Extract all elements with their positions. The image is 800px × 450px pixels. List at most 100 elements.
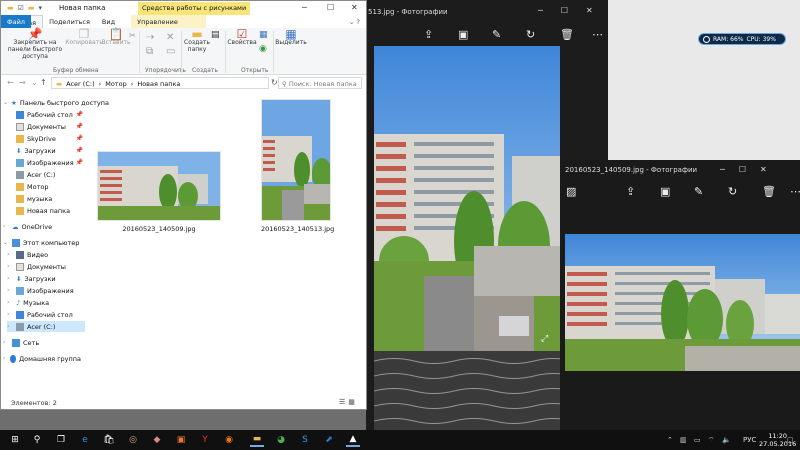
copy-to-icon[interactable]: ⧉ [146, 47, 153, 57]
notifications-icon[interactable]: ▢ [787, 436, 794, 444]
properties-button[interactable]: ☑ Свойства [227, 28, 257, 46]
breadcrumb[interactable]: ▬ Acer (C:) › Мотор › Новая папка [51, 77, 269, 89]
edge-icon[interactable]: e [78, 433, 92, 447]
slideshow-icon[interactable]: ▣ [660, 185, 670, 198]
nav-downloads[interactable]: ⬇ Загрузки 📌 [7, 145, 85, 156]
breadcrumb-item[interactable]: Новая папка [137, 80, 180, 88]
breadcrumb-item[interactable]: Мотор [105, 80, 126, 88]
more-icon[interactable]: ⋯ [592, 28, 603, 41]
minimize-icon[interactable]: ─ [720, 165, 725, 174]
properties-quick-icon[interactable]: ☑ [18, 4, 24, 12]
nav-documents[interactable]: Документы 📌 [7, 121, 85, 132]
file-explorer-taskbar-icon[interactable]: ▬ [250, 433, 264, 447]
skype-icon[interactable]: S [298, 433, 312, 447]
edit-icon[interactable]: ✎ [492, 28, 501, 41]
pin-quick-access-button[interactable]: 📌 Закрепить на панели быстрого доступа [5, 28, 65, 60]
nav-pc-images[interactable]: › Изображения [7, 285, 85, 296]
nav-this-pc[interactable]: ⌄ Этот компьютер [3, 237, 81, 248]
battery-icon[interactable]: ▭ [694, 436, 701, 444]
gallery-icon[interactable]: ▨ [566, 185, 576, 198]
select-button[interactable]: ▦ Выделить [275, 28, 307, 46]
nav-quick-access[interactable]: ⌄ ★ Панель быстрого доступа [3, 97, 109, 108]
share-icon[interactable]: ⇪ [626, 185, 635, 198]
new-item-icon[interactable]: ▤ [211, 31, 220, 40]
more-icon[interactable]: ⋯ [790, 185, 800, 198]
volume-icon[interactable]: 🔈 [722, 436, 731, 444]
nav-images[interactable]: Изображения 📌 [7, 157, 85, 168]
file-item[interactable]: 20160523_140513.jpg [261, 99, 334, 233]
close-icon[interactable]: ✕ [760, 165, 767, 174]
photo-editor-icon[interactable]: ▣ [174, 433, 188, 447]
new-folder-button[interactable]: ▬ Создать папку [183, 28, 211, 53]
photo-view[interactable] [565, 234, 800, 371]
share-icon[interactable]: ⇪ [424, 28, 433, 41]
nav-homegroup[interactable]: › Домашняя группа [3, 353, 81, 364]
delete-icon[interactable]: 🗑 [762, 185, 776, 198]
photos-taskbar-icon[interactable]: ▲ [346, 433, 360, 447]
edit-icon[interactable]: ✎ [694, 185, 703, 198]
forward-icon[interactable]: → [19, 78, 26, 87]
wifi-icon[interactable]: ⌔ [708, 436, 715, 445]
nav-pc-desktop[interactable]: › Рабочий стол [7, 309, 85, 320]
cut-icon[interactable]: ✂ [129, 32, 136, 40]
close-icon[interactable]: ✕ [586, 6, 593, 15]
rotate-icon[interactable]: ↻ [728, 185, 737, 198]
task-view-icon[interactable]: ❐ [54, 433, 68, 447]
back-icon[interactable]: ← [7, 78, 14, 87]
nav-music-folder[interactable]: музыка [7, 193, 85, 204]
nav-motor[interactable]: Мотор [7, 181, 85, 192]
maximize-icon[interactable]: ☐ [739, 165, 746, 174]
tab-file[interactable]: Файл [1, 15, 31, 29]
nav-network[interactable]: › Сеть [3, 337, 81, 348]
media-app-icon[interactable]: ◎ [126, 433, 140, 447]
nav-pc-downloads[interactable]: › ⬇ Загрузки [7, 273, 85, 284]
file-item[interactable]: 20160523_140509.jpg [97, 151, 221, 233]
nav-pc-music[interactable]: › ♪ Музыка [7, 297, 85, 308]
details-view-icon[interactable]: ☰ [339, 398, 345, 406]
nav-new-folder[interactable]: Новая папка [7, 205, 85, 216]
rotate-icon[interactable]: ↻ [526, 28, 535, 41]
nav-desktop[interactable]: Рабочий стол 📌 [7, 109, 85, 120]
chrome-icon[interactable]: ◕ [274, 433, 288, 447]
copy-button[interactable]: ❐ Копировать [65, 28, 103, 46]
customize-qat-icon[interactable]: ▾ [39, 4, 43, 12]
start-icon[interactable]: ⊞ [8, 433, 22, 447]
search-input[interactable]: ⚲ Поиск: Новая папка [278, 77, 362, 89]
search-icon[interactable]: ⚲ [30, 433, 44, 447]
breadcrumb-item[interactable]: Acer (C:) [66, 80, 94, 88]
delete-icon[interactable]: 🗑 [560, 28, 574, 41]
up-icon[interactable]: ↑ [40, 78, 47, 87]
photo-view[interactable] [374, 46, 560, 351]
new-folder-quick-icon[interactable]: ▬ [28, 4, 35, 12]
network-tray-icon[interactable]: ▥ [680, 436, 687, 444]
minimize-icon[interactable]: ─ [538, 6, 543, 15]
fullscreen-icon[interactable]: ⤢ [541, 334, 548, 344]
open-icon[interactable]: ▦ [259, 31, 268, 40]
yandex-browser-icon[interactable]: Y [198, 433, 212, 447]
nav-acer-quick[interactable]: Acer (C:) [7, 169, 85, 180]
nav-skydrive[interactable]: SkyDrive 📌 [7, 133, 85, 144]
close-icon[interactable]: ✕ [351, 3, 358, 12]
language-indicator[interactable]: РУС [743, 436, 756, 444]
nav-onedrive[interactable]: › ☁ OneDrive [3, 221, 81, 232]
nav-video[interactable]: › Видео [7, 249, 85, 260]
nav-pc-documents[interactable]: › Документы [7, 261, 85, 272]
store-icon[interactable]: 🛍 [102, 433, 116, 447]
maximize-icon[interactable]: ☐ [327, 3, 334, 12]
refresh-icon[interactable]: ↻ [271, 78, 278, 87]
recent-locations-icon[interactable]: ⌄ [31, 78, 38, 87]
pin-app-icon[interactable]: ⬈ [322, 433, 336, 447]
nav-pc-acer[interactable]: › Acer (C:) [7, 321, 85, 332]
paste-button[interactable]: 📋 Вставить [101, 28, 131, 46]
thumbnails-view-icon[interactable]: ▦ [348, 398, 355, 406]
maximize-icon[interactable]: ☐ [561, 6, 568, 15]
expand-ribbon-icon[interactable]: ⌄ ? [343, 15, 366, 28]
minimize-icon[interactable]: ─ [302, 3, 307, 12]
tray-expand-icon[interactable]: ⌃ [667, 436, 673, 444]
firefox-icon[interactable]: ◉ [222, 433, 236, 447]
history-icon[interactable]: ◉ [259, 45, 267, 54]
delete-ribbon-icon[interactable]: ✕ [166, 33, 174, 43]
slideshow-icon[interactable]: ▣ [458, 28, 468, 41]
move-to-icon[interactable]: ⇢ [146, 33, 154, 43]
rename-icon[interactable]: ▭ [166, 47, 175, 57]
